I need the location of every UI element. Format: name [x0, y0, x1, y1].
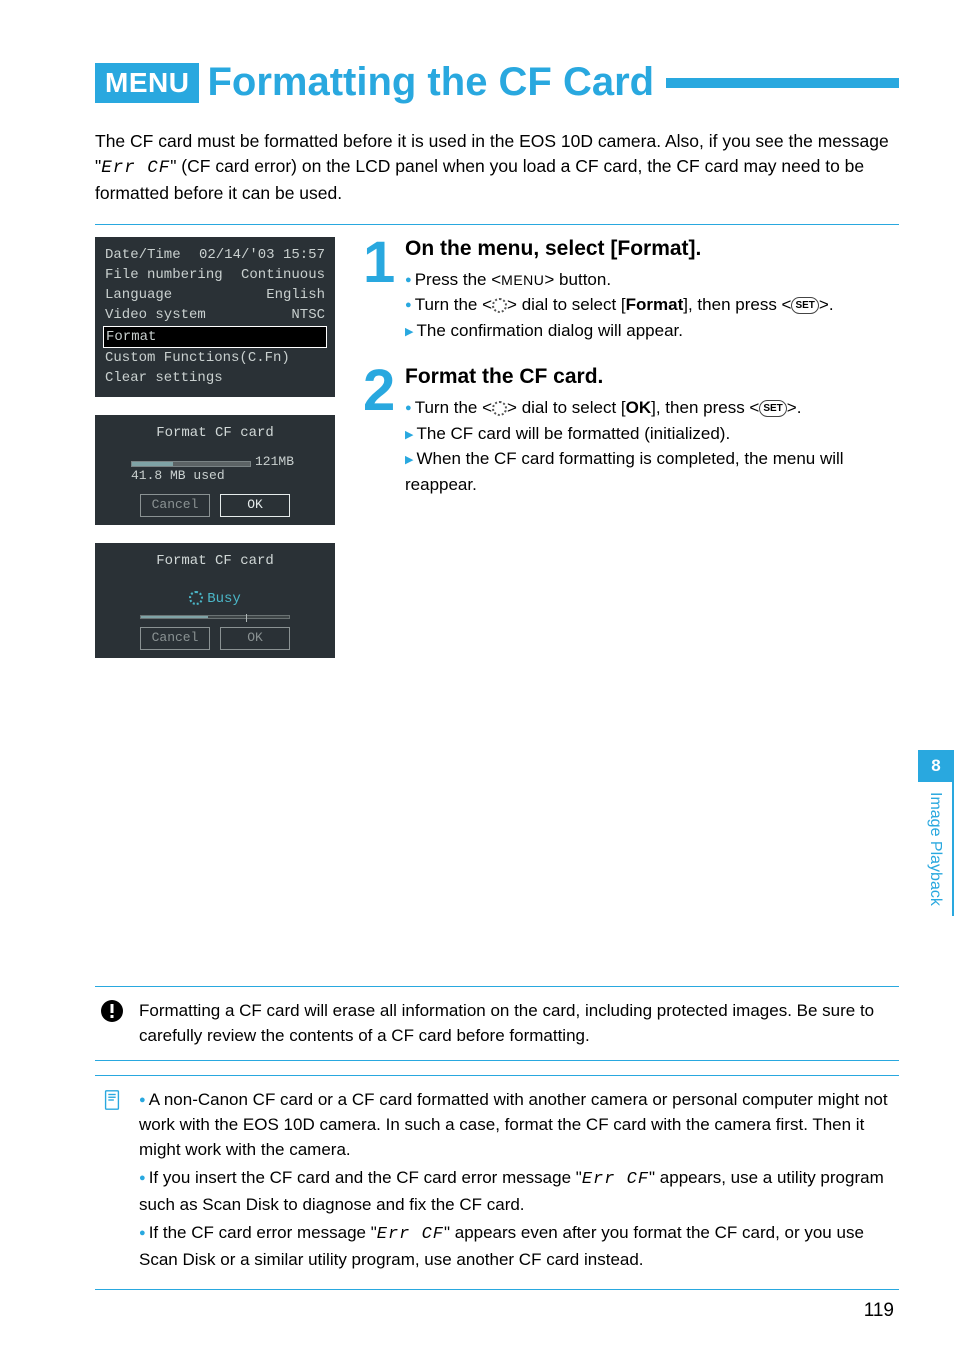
tips-note: A non-Canon CF card or a CF card formatt… [95, 1075, 899, 1289]
step-1-title: On the menu, select [Format]. [405, 237, 899, 261]
quick-dial-icon [492, 298, 507, 313]
tip-3: If the CF card error message "Err CF" ap… [139, 1221, 895, 1272]
menu-video-value: NTSC [291, 305, 325, 325]
step1-bullet1: Press the <MENU> button. [405, 267, 899, 293]
step-2-title: Format the CF card. [405, 365, 899, 389]
tip-1: A non-Canon CF card or a CF card formatt… [139, 1088, 895, 1162]
divider [95, 224, 899, 225]
menu-badge: MENU [95, 63, 199, 103]
step2-result1: The CF card will be formatted (initializ… [405, 421, 899, 447]
title-rule [666, 78, 899, 88]
intro-paragraph: The CF card must be formatted before it … [95, 129, 899, 206]
busy-label: Busy [207, 591, 241, 607]
note-icon [99, 1088, 125, 1276]
screen-cancel-button-dim: Cancel [140, 627, 210, 650]
step-number-1: 1 [363, 237, 399, 289]
format-title-busy: Format CF card [105, 551, 325, 571]
step2-bullet1: Turn the <> dial to select [OK], then pr… [405, 395, 899, 421]
chapter-tab: 8 Image Playback [918, 750, 954, 916]
quick-dial-icon [492, 401, 507, 416]
screen-cancel-button: Cancel [140, 494, 210, 517]
chapter-number: 8 [918, 750, 954, 782]
menu-video-label: Video system [105, 305, 206, 325]
step-2: 2 Format the CF card. Turn the <> dial t… [363, 365, 899, 497]
page-title-row: MENU Formatting the CF Card [95, 60, 899, 105]
menu-date-label: Date/Time [105, 245, 181, 265]
menu-clear-item: Clear settings [105, 368, 223, 388]
page-title: Formatting the CF Card [207, 60, 654, 105]
chapter-label: Image Playback [918, 782, 954, 916]
step1-bullet2: Turn the <> dial to select [Format], the… [405, 292, 899, 318]
warning-icon [99, 999, 125, 1048]
capacity-label: 121MB [255, 453, 294, 472]
err-cf-text: Err CF [101, 158, 170, 178]
page-number: 119 [864, 1300, 894, 1322]
format-title: Format CF card [105, 423, 325, 443]
screen-ok-button-dim: OK [220, 627, 290, 650]
menu-cfn-item: Custom Functions(C.Fn) [105, 348, 290, 368]
set-button-icon: SET [791, 297, 818, 314]
menu-date-value: 02/14/'03 15:57 [199, 245, 325, 265]
menu-file-label: File numbering [105, 265, 223, 285]
format-confirm-screenshot: Format CF card 41.8 MB used 121MB Cancel… [95, 415, 335, 525]
warning-note: Formatting a CF card will erase all info… [95, 986, 899, 1061]
menu-lang-label: Language [105, 285, 172, 305]
camera-menu-screenshot: Date/Time 02/14/'03 15:57 File numbering C… [95, 237, 335, 397]
format-busy-screenshot: Format CF card Busy Cancel OK [95, 543, 335, 658]
busy-icon [189, 591, 203, 605]
warning-text: Formatting a CF card will erase all info… [139, 999, 895, 1048]
step2-result2: When the CF card formatting is completed… [405, 446, 899, 497]
menu-file-value: Continuous [241, 265, 325, 285]
screen-ok-button: OK [220, 494, 290, 517]
step1-result: The confirmation dialog will appear. [405, 318, 899, 344]
menu-format-item: Format [106, 327, 156, 347]
step-1: 1 On the menu, select [Format]. Press th… [363, 237, 899, 344]
menu-lang-value: English [266, 285, 325, 305]
step-number-2: 2 [363, 365, 399, 417]
set-button-icon: SET [759, 400, 786, 417]
intro-text-b: " (CF card error) on the LCD panel when … [95, 156, 864, 203]
tip-2: If you insert the CF card and the CF car… [139, 1166, 895, 1217]
used-label: 41.8 MB used [131, 467, 251, 486]
